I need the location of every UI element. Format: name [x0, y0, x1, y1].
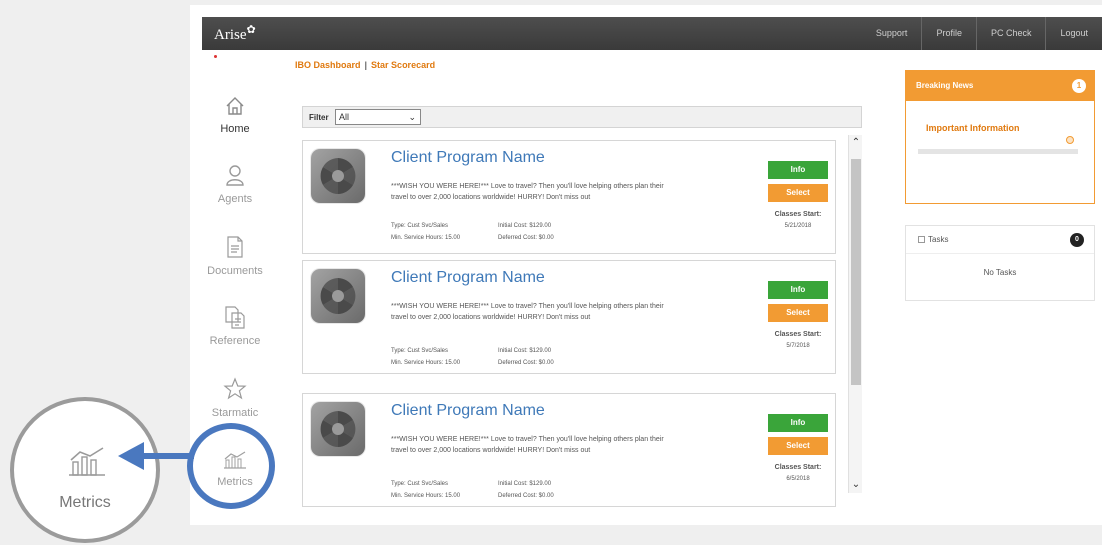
program-type: Type: Cust Svc/Sales [391, 348, 449, 354]
program-min-hours: Min. Service Hours: 15.00 [391, 235, 461, 241]
sidebar-item-label: Reference [209, 335, 261, 347]
top-nav: Support Profile PC Check Logout [862, 17, 1102, 50]
breadcrumb: IBO Dashboard | Star Scorecard [295, 60, 435, 70]
select-button[interactable]: Select [768, 437, 828, 455]
pc-check-link[interactable]: PC Check [975, 17, 1046, 50]
info-button[interactable]: Info [768, 161, 828, 179]
reference-icon [225, 306, 245, 329]
chevron-down-icon: ⌄ [408, 112, 416, 122]
select-button[interactable]: Select [768, 184, 828, 202]
program-title[interactable]: Client Program Name [391, 402, 545, 420]
filter-label: Filter [309, 113, 329, 122]
tasks-count-badge: 0 [1070, 233, 1084, 247]
news-unread-dot-icon [1066, 136, 1074, 144]
metrics-highlight-ring [187, 423, 275, 509]
sidebar-item-starmatic[interactable]: Starmatic [202, 377, 268, 419]
classes-start-date: 5/7/2018 [786, 343, 810, 349]
checkbox-icon [918, 236, 925, 243]
logo-star-icon: ✿ [246, 24, 256, 36]
star-icon [223, 377, 247, 400]
program-title[interactable]: Client Program Name [391, 149, 545, 167]
program-min-hours: Min. Service Hours: 15.00 [391, 360, 461, 366]
scroll-up-icon[interactable]: ⌃ [849, 135, 863, 151]
program-description: ***WISH YOU WERE HERE!*** Love to travel… [391, 303, 664, 321]
info-button[interactable]: Info [768, 281, 828, 299]
program-initial-cost: Initial Cost: $129.00 [498, 223, 552, 229]
callout-arrow-icon [118, 442, 194, 470]
home-icon [226, 97, 244, 115]
sidebar-item-agents[interactable]: Agents [202, 163, 268, 205]
sidebar-item-label: Documents [207, 265, 263, 277]
filter-select[interactable]: All ⌄ [335, 109, 421, 125]
classes-start-label: Classes Start: [774, 464, 822, 471]
classes-start-date: 6/5/2018 [786, 476, 810, 482]
info-button[interactable]: Info [768, 414, 828, 432]
program-min-hours: Min. Service Hours: 15.00 [391, 493, 461, 499]
agent-icon [226, 165, 244, 186]
app-screenshot: Arise✿ Support Profile PC Check Logout H… [190, 5, 1102, 525]
program-logo-icon [311, 269, 365, 323]
logout-link[interactable]: Logout [1045, 17, 1102, 50]
breadcrumb-star-scorecard[interactable]: Star Scorecard [371, 60, 435, 70]
program-description: ***WISH YOU WERE HERE!*** Love to travel… [391, 183, 664, 201]
news-divider-bar [918, 149, 1078, 154]
filter-selected-value: All [339, 112, 350, 122]
breaking-news-header: Breaking News 1 [906, 71, 1094, 101]
program-logo-icon [311, 402, 365, 456]
breadcrumb-ibo-dashboard[interactable]: IBO Dashboard [295, 60, 361, 70]
tasks-title: Tasks [918, 235, 948, 244]
arise-logo[interactable]: Arise✿ [214, 23, 256, 44]
tasks-header: Tasks 0 [906, 226, 1094, 254]
sidebar-item-label: Home [220, 123, 250, 135]
sidebar-item-reference[interactable]: Reference [202, 305, 268, 347]
document-icon [227, 236, 243, 258]
classes-start-label: Classes Start: [774, 331, 822, 338]
program-logo-icon [311, 149, 365, 203]
sidebar-item-documents[interactable]: Documents [202, 235, 268, 277]
sidebar-item-home[interactable]: Home [202, 95, 268, 135]
notification-dot [214, 55, 217, 58]
filter-bar: Filter All ⌄ [302, 106, 862, 128]
classes-start-date: 5/21/2018 [784, 223, 812, 229]
metrics-chart-icon [69, 447, 105, 476]
program-deferred-cost: Deferred Cost: $0.00 [498, 235, 554, 241]
tasks-empty-message: No Tasks [983, 268, 1017, 277]
breadcrumb-separator: | [364, 60, 368, 70]
program-type: Type: Cust Svc/Sales [391, 481, 449, 487]
breaking-news-panel: Breaking News 1 Important Information [905, 70, 1095, 204]
program-type: Type: Cust Svc/Sales [391, 223, 449, 229]
program-initial-cost: Initial Cost: $129.00 [498, 348, 552, 354]
program-card: Client Program Name ***WISH YOU WERE HER… [302, 260, 836, 374]
metrics-callout-label: Metrics [59, 494, 111, 511]
program-deferred-cost: Deferred Cost: $0.00 [498, 493, 554, 499]
sidebar-item-label: Starmatic [211, 407, 259, 419]
sidebar-item-label: Agents [217, 193, 253, 205]
profile-link[interactable]: Profile [921, 17, 976, 50]
top-bar: Arise✿ Support Profile PC Check Logout [202, 17, 1102, 50]
tasks-panel: Tasks 0 No Tasks [905, 225, 1095, 301]
program-deferred-cost: Deferred Cost: $0.00 [498, 360, 554, 366]
program-card: Client Program Name ***WISH YOU WERE HER… [302, 140, 836, 254]
scroll-down-icon[interactable]: ⌄ [849, 477, 863, 493]
select-button[interactable]: Select [768, 304, 828, 322]
scrollbar-thumb[interactable] [851, 159, 861, 385]
program-list-scrollbar[interactable]: ⌃ ⌄ [848, 135, 862, 493]
news-item-link[interactable]: Important Information [926, 123, 1020, 133]
program-description: ***WISH YOU WERE HERE!*** Love to travel… [391, 436, 664, 454]
program-title[interactable]: Client Program Name [391, 269, 545, 287]
classes-start-label: Classes Start: [774, 211, 822, 218]
program-initial-cost: Initial Cost: $129.00 [498, 481, 552, 487]
support-link[interactable]: Support [862, 17, 922, 50]
program-card: Client Program Name ***WISH YOU WERE HER… [302, 393, 836, 507]
breaking-news-title: Breaking News [916, 81, 974, 90]
breaking-news-count-badge: 1 [1072, 79, 1086, 93]
